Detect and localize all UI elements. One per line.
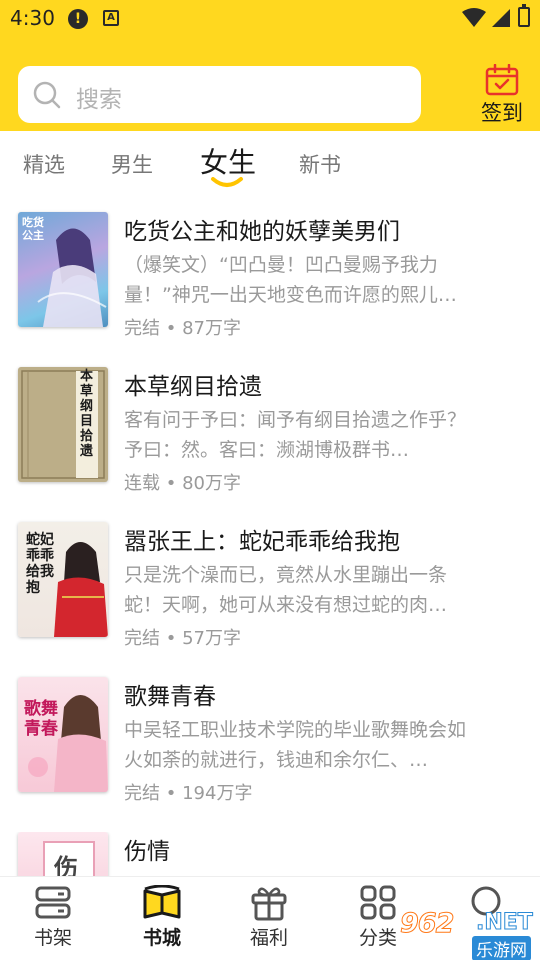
nav-bookstore[interactable]: 书城 xyxy=(127,885,197,950)
search-icon xyxy=(33,81,61,109)
book-cover: 伤 xyxy=(18,832,108,876)
book-item[interactable]: 蛇妃乖乖给我抱 嚣张王上：蛇妃乖乖给我抱 只是洗个澡而已，竟然从水里蹦出一条蛇！… xyxy=(0,522,540,672)
book-meta: 连载 • 80万字 xyxy=(124,469,241,495)
book-item[interactable]: 歌舞青春 歌舞青春 中吴轻工职业技术学院的毕业歌舞晚会如火如荼的就进行，钱迪和余… xyxy=(0,677,540,827)
checkin-label: 签到 xyxy=(481,101,523,125)
book-meta: 完结 • 194万字 xyxy=(124,779,252,805)
book-cover: 吃货公主 xyxy=(18,212,108,327)
notification-icon: A xyxy=(103,10,119,26)
alert-icon: ! xyxy=(68,9,88,29)
grid-category-icon xyxy=(360,885,396,920)
meta-separator: • xyxy=(165,783,177,804)
book-status: 完结 xyxy=(124,318,160,339)
book-status: 完结 xyxy=(124,628,160,649)
gift-icon xyxy=(251,887,287,921)
book-status: 连载 xyxy=(124,473,160,494)
cover-title-text: 蛇妃乖乖给我抱 xyxy=(26,532,54,596)
book-title: 吃货公主和她的妖孽美男们 xyxy=(124,219,400,245)
nav-label: 福利 xyxy=(249,927,288,949)
book-description: 只是洗个澡而已，竟然从水里蹦出一条蛇！天啊，她可从来没有想过蛇的肉… xyxy=(124,564,448,616)
tab-featured[interactable]: 精选 xyxy=(23,149,65,179)
book-word-count: 57万字 xyxy=(182,628,241,649)
book-word-count: 80万字 xyxy=(182,473,241,494)
book-title: 歌舞青春 xyxy=(124,684,216,710)
tab-female[interactable]: 女生 xyxy=(200,141,256,181)
book-meta: 完结 • 87万字 xyxy=(124,314,241,340)
status-time: 4:30 xyxy=(10,6,55,30)
status-bar: 4:30 ! A xyxy=(0,0,540,40)
watermark-site: 乐游网 xyxy=(472,936,531,960)
checkin-button[interactable]: 签到 xyxy=(476,64,528,128)
meta-separator: • xyxy=(165,318,177,339)
book-status: 完结 xyxy=(124,783,160,804)
tab-male[interactable]: 男生 xyxy=(111,149,153,179)
book-cover: 歌舞青春 xyxy=(18,677,108,792)
book-title: 本草纲目拾遗 xyxy=(124,374,262,400)
cover-title-text: 伤 xyxy=(54,854,78,876)
calendar-check-icon xyxy=(485,64,519,96)
nav-label: 书城 xyxy=(142,927,181,949)
book-item[interactable]: 吃货公主 吃货公主和她的妖孽美男们 （爆笑文）“凹凸曼！凹凸曼赐予我力量！”神咒… xyxy=(0,212,540,362)
book-cover: 本草纲目拾遗 xyxy=(18,367,108,482)
search-placeholder: 搜索 xyxy=(76,87,122,113)
book-meta: 完结 • 57万字 xyxy=(124,624,241,650)
nav-welfare[interactable]: 福利 xyxy=(234,885,304,950)
watermark-number: 962 xyxy=(399,908,454,940)
battery-icon xyxy=(518,4,530,27)
nav-bookshelf[interactable]: 书架 xyxy=(18,885,88,950)
book-description: 客有问于予曰：闻予有纲目拾遗之作乎？予曰：然。客曰：濒湖博极群书… xyxy=(124,409,467,461)
search-input[interactable]: 搜索 xyxy=(18,66,421,123)
wifi-icon xyxy=(462,8,486,27)
tab-active-indicator xyxy=(211,177,243,187)
cover-illustration xyxy=(21,370,105,479)
book-title: 嚣张王上：蛇妃乖乖给我抱 xyxy=(124,529,400,555)
book-word-count: 194万字 xyxy=(182,783,253,804)
book-item[interactable]: 伤 伤情 xyxy=(0,832,540,876)
meta-separator: • xyxy=(165,628,177,649)
cover-title-text: 本草纲目拾遗 xyxy=(80,369,94,459)
category-tabs: 精选 男生 女生 新书 xyxy=(0,131,540,195)
nav-label: 书架 xyxy=(33,927,72,949)
site-watermark: 962 .NET 乐游网 xyxy=(399,908,536,960)
book-description: 中吴轻工职业技术学院的毕业歌舞晚会如火如荼的就进行，钱迪和余尔仁、… xyxy=(124,719,467,771)
book-item[interactable]: 本草纲目拾遗 本草纲目拾遗 客有问于予曰：闻予有纲目拾遗之作乎？予曰：然。客曰：… xyxy=(0,367,540,517)
top-header: 4:30 ! A 搜索 签到 xyxy=(0,0,540,131)
signal-icon xyxy=(492,9,510,27)
book-title: 伤情 xyxy=(124,839,170,865)
watermark-suffix: .NET xyxy=(476,910,534,936)
cover-title-text: 歌舞青春 xyxy=(24,699,58,739)
tab-new-books[interactable]: 新书 xyxy=(299,149,341,179)
book-cover: 蛇妃乖乖给我抱 xyxy=(18,522,108,637)
bookshelf-icon xyxy=(35,886,71,919)
bookstore-icon xyxy=(143,885,181,919)
meta-separator: • xyxy=(165,473,177,494)
book-description: （爆笑文）“凹凸曼！凹凸曼赐予我力量！”神咒一出天地变色而许愿的熙儿… xyxy=(124,254,457,306)
book-word-count: 87万字 xyxy=(182,318,241,339)
cover-title-text: 吃货公主 xyxy=(22,216,44,242)
